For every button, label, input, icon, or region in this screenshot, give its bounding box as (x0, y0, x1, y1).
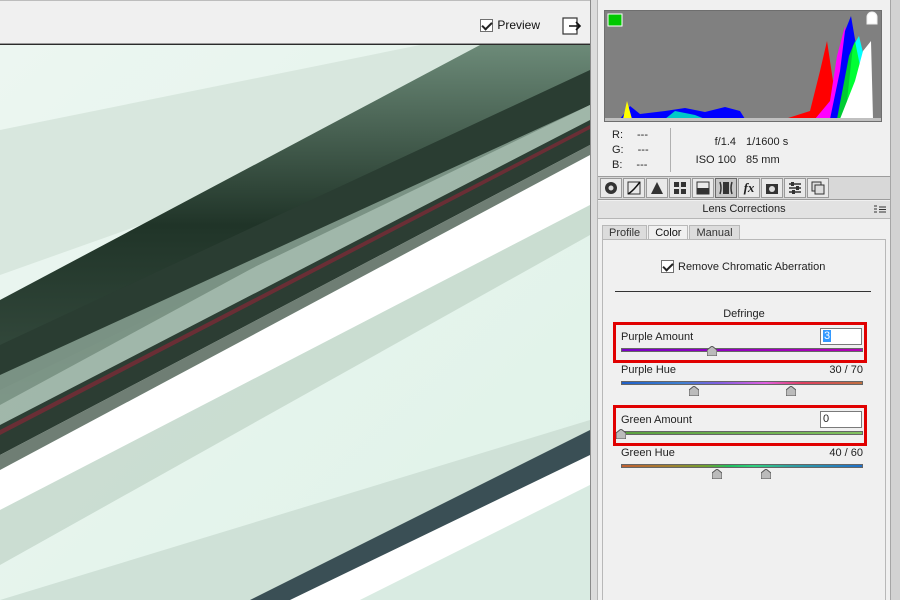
b-value: --- (636, 159, 648, 171)
preview-label: Preview (497, 18, 540, 32)
tab-basic[interactable] (600, 178, 622, 198)
green-hue-high-thumb[interactable] (761, 469, 771, 479)
tab-snapshots[interactable] (807, 178, 829, 198)
tab-camera-calibration[interactable] (761, 178, 783, 198)
subtab-profile[interactable]: Profile (602, 225, 648, 240)
panel-tab-bar: fx (598, 176, 890, 200)
green-hue-low-thumb[interactable] (712, 469, 722, 479)
tab-detail[interactable] (646, 178, 668, 198)
camera-calibration-icon (766, 184, 778, 194)
rgb-readout: R: --- G: --- B: --- (612, 128, 649, 173)
lens-corrections-icon (719, 181, 733, 195)
purple-amount-track[interactable] (621, 348, 863, 352)
green-hue-track[interactable] (621, 464, 863, 468)
green-hue-value: 40 / 60 (829, 447, 863, 459)
b-label: B: (612, 159, 623, 171)
shadow-clipping-icon[interactable] (607, 13, 623, 27)
histogram (604, 10, 882, 122)
tab-tone-curve[interactable] (623, 178, 645, 198)
panel-divider[interactable] (590, 0, 598, 600)
preview-checkbox[interactable] (480, 18, 494, 32)
tab-split-toning[interactable] (692, 178, 714, 198)
info-separator (670, 128, 671, 172)
green-amount-thumb[interactable] (616, 429, 626, 439)
aperture-value: f/1.4 (714, 136, 736, 148)
section-title-label: Lens Corrections (702, 203, 786, 215)
purple-hue-value: 30 / 70 (829, 364, 863, 376)
focal-length-value: 85 mm (746, 154, 780, 166)
purple-amount-label: Purple Amount (621, 331, 694, 343)
tone-curve-icon (627, 181, 641, 195)
color-subpanel: Remove Chromatic Aberration Defringe Pur… (602, 239, 886, 600)
camera-info: R: --- G: --- B: --- f/1.4 1/1600 s ISO 100 8… (598, 124, 890, 176)
highlight-clipping-icon[interactable] (866, 11, 878, 25)
tab-presets[interactable] (784, 178, 806, 198)
split-toning-icon (696, 181, 710, 195)
detail-mountain-icon (651, 182, 663, 194)
defringe-heading: Defringe (723, 308, 765, 320)
green-amount-track[interactable] (621, 431, 863, 435)
green-amount-label: Green Amount (621, 414, 692, 426)
shutter-value: 1/1600 s (746, 136, 789, 148)
purple-hue-label: Purple Hue (621, 364, 677, 376)
remove-ca-label: Remove Chromatic Aberration (678, 260, 826, 273)
r-label: R: (612, 129, 623, 141)
tab-effects[interactable]: fx (738, 178, 760, 198)
photo-image (0, 45, 590, 600)
lens-subtabs: Profile Color Manual (602, 225, 740, 240)
snapshots-icon (811, 181, 825, 195)
purple-amount-input[interactable]: 3 (820, 328, 862, 345)
toggle-fullscreen-icon[interactable] (562, 17, 582, 35)
remove-ca-row[interactable]: Remove Chromatic Aberration (661, 260, 825, 273)
iso-value: ISO 100 (695, 154, 736, 166)
hsl-icon (674, 182, 686, 194)
adjustment-panel: R: --- G: --- B: --- f/1.4 1/1600 s ISO 100 8… (598, 0, 890, 600)
panel-scrollbar[interactable] (890, 0, 900, 600)
presets-icon (789, 182, 801, 194)
subtab-color[interactable]: Color (648, 225, 689, 240)
g-value: --- (637, 144, 649, 156)
subtab-manual[interactable]: Manual (689, 225, 740, 240)
green-hue-label: Green Hue (621, 447, 675, 459)
green-amount-value: 0 (823, 413, 830, 425)
remove-ca-checkbox[interactable] (661, 260, 674, 273)
section-title: Lens Corrections (598, 201, 890, 219)
purple-amount-value: 3 (823, 330, 832, 342)
basic-aperture-icon (605, 182, 617, 194)
fx-effects-icon: fx (743, 180, 755, 195)
preview-toolbar: Preview (0, 0, 590, 44)
purple-hue-low-thumb[interactable] (689, 386, 699, 396)
panel-menu-icon[interactable] (874, 205, 886, 214)
purple-hue-track[interactable] (621, 381, 863, 385)
purple-amount-thumb[interactable] (707, 346, 717, 356)
tab-hsl[interactable] (669, 178, 691, 198)
r-value: --- (637, 129, 648, 141)
g-label: G: (612, 144, 624, 156)
tab-lens-corrections[interactable] (715, 178, 737, 198)
preview-toggle[interactable]: Preview (480, 18, 540, 32)
green-amount-input[interactable]: 0 (820, 411, 862, 428)
separator-line (615, 291, 871, 292)
image-preview[interactable] (0, 45, 590, 600)
purple-hue-high-thumb[interactable] (786, 386, 796, 396)
exif-readout: f/1.4 1/1600 s ISO 100 85 mm (694, 133, 789, 169)
